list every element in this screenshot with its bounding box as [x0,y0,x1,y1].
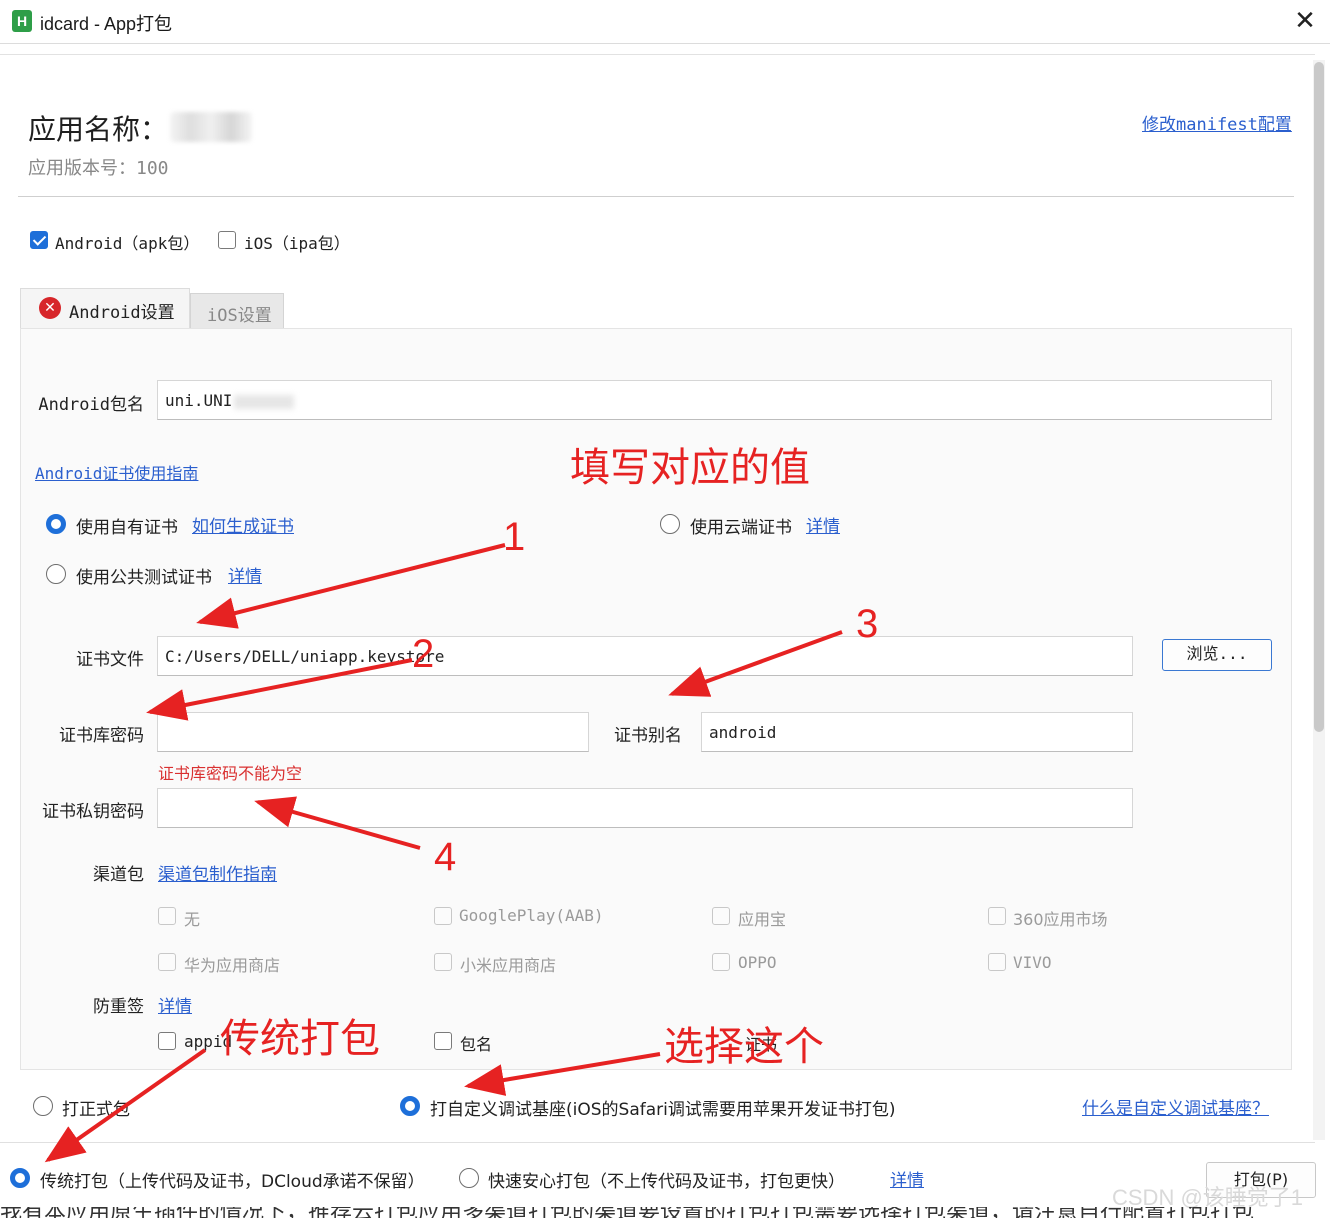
traditional-pack-radio[interactable] [10,1168,30,1188]
anti-resign-package-label: 包名 [460,1035,493,1054]
window-title: idcard - App打包 [40,14,173,34]
annotation-choose-this: 选择这个 [664,1025,824,1069]
blurred-region [234,394,295,409]
close-icon[interactable]: ✕ [1290,6,1320,36]
tab-android-label: Android设置 [69,303,175,323]
anti-resign-package-checkbox[interactable] [434,1032,452,1050]
channel-checkbox-googleplay[interactable] [434,907,452,925]
cert-alias-input[interactable]: android [701,712,1133,752]
channel-checkbox-huawei[interactable] [158,953,176,971]
ios-checkbox[interactable] [218,231,236,249]
channel-label-xiaomi: 小米应用商店 [460,956,557,975]
channel-label-yingyongbao: 应用宝 [738,910,787,929]
how-to-generate-cert-link[interactable]: 如何生成证书 [192,512,294,537]
annotation-fill-values: 填写对应的值 [570,446,810,490]
cert-cloud-radio[interactable] [660,514,680,534]
android-cert-guide-link[interactable]: Android证书使用指南 [35,460,198,484]
error-icon: ✕ [39,297,61,319]
cropped-background-text: 我有本应用原生插件的情况下，推荐云打包应用多渠道打包的渠道要设置的打包打包需要选… [0,1207,1330,1218]
edit-manifest-link[interactable]: 修改manifest配置 [1142,110,1292,135]
browse-button[interactable]: 浏览... [1162,639,1272,671]
store-password-error: 证书库密码不能为空 [158,764,303,783]
annotation-number-4: 4 [434,835,457,879]
traditional-pack-label: 传统打包（上传代码及证书，DCloud承诺不保留） [40,1172,425,1192]
tab-ios-settings[interactable]: iOS设置 [190,293,284,328]
annotation-number-2: 2 [412,632,435,676]
anti-resign-appid-checkbox[interactable] [158,1032,176,1050]
cert-public-label: 使用公共测试证书 [76,568,212,588]
channel-checkbox-360[interactable] [988,907,1006,925]
cert-alias-label: 证书别名 [614,726,682,746]
cert-file-input[interactable]: C:/Users/DELL/uniapp.keystore [157,636,1133,676]
channel-label-oppo: OPPO [738,953,777,972]
annotation-number-1: 1 [503,515,526,559]
channel-label-none: 无 [184,910,201,929]
cert-own-radio[interactable] [46,514,66,534]
channel-label-googleplay: GooglePlay(AAB) [459,906,604,925]
cert-file-label: 证书文件 [76,650,144,670]
pack-mode-detail-link[interactable]: 详情 [890,1166,924,1191]
fast-pack-radio[interactable] [459,1168,479,1188]
app-name-label: 应用名称： [28,114,169,145]
app-name-value-blurred [170,112,252,142]
cert-cloud-detail-link[interactable]: 详情 [806,512,840,537]
custom-base-radio[interactable] [400,1096,420,1116]
android-checkbox[interactable] [30,231,48,249]
annotation-traditional-pack: 传统打包 [220,1017,380,1061]
anti-resign-detail-link[interactable]: 详情 [158,992,192,1017]
app-version: 应用版本号：100 [28,158,169,179]
package-name-label: Android包名 [38,395,144,415]
channel-checkbox-vivo[interactable] [988,953,1006,971]
what-is-custom-base-link[interactable]: 什么是自定义调试基座？ [1082,1094,1269,1119]
title-bar: H idcard - App打包 ✕ [0,0,1330,44]
channel-checkbox-xiaomi[interactable] [434,953,452,971]
fast-pack-label: 快速安心打包（不上传代码及证书，打包更快） [488,1172,845,1192]
channel-label: 渠道包 [93,865,144,885]
store-password-input[interactable] [157,712,589,752]
package-name-value: uni.UNI [165,391,233,410]
anti-resign-label: 防重签 [93,997,144,1017]
annotation-number-3: 3 [856,602,879,646]
cert-public-radio[interactable] [46,564,66,584]
divider [0,1142,1315,1143]
package-name-input[interactable]: uni.UNI [157,380,1272,420]
formal-build-radio[interactable] [33,1096,53,1116]
android-checkbox-label: Android（apk包） [55,234,200,253]
channel-label-huawei: 华为应用商店 [184,956,281,975]
divider [0,54,1315,55]
key-password-label: 证书私钥密码 [42,802,144,822]
ios-checkbox-label: iOS（ipa包） [244,234,350,253]
cert-public-detail-link[interactable]: 详情 [228,562,262,587]
custom-base-label: 打自定义调试基座(iOS的Safari调试需要用苹果开发证书打包) [430,1100,896,1120]
channel-label-360: 360应用市场 [1013,910,1108,929]
channel-checkbox-oppo[interactable] [712,953,730,971]
channel-checkbox-yingyongbao[interactable] [712,907,730,925]
formal-build-label: 打正式包 [62,1100,130,1120]
channel-label-vivo: VIVO [1013,953,1052,972]
tab-android-settings[interactable]: ✕ Android设置 [20,288,190,328]
key-password-input[interactable] [157,788,1133,828]
scrollbar-thumb[interactable] [1314,62,1324,732]
hbuilder-app-icon: H [12,10,32,32]
store-password-label: 证书库密码 [59,726,144,746]
channel-checkbox-none[interactable] [158,907,176,925]
tab-ios-label: iOS设置 [207,306,272,326]
cert-own-label: 使用自有证书 [76,518,178,538]
channel-guide-link[interactable]: 渠道包制作指南 [158,860,277,885]
divider [18,196,1294,197]
cert-cloud-label: 使用云端证书 [690,518,792,538]
